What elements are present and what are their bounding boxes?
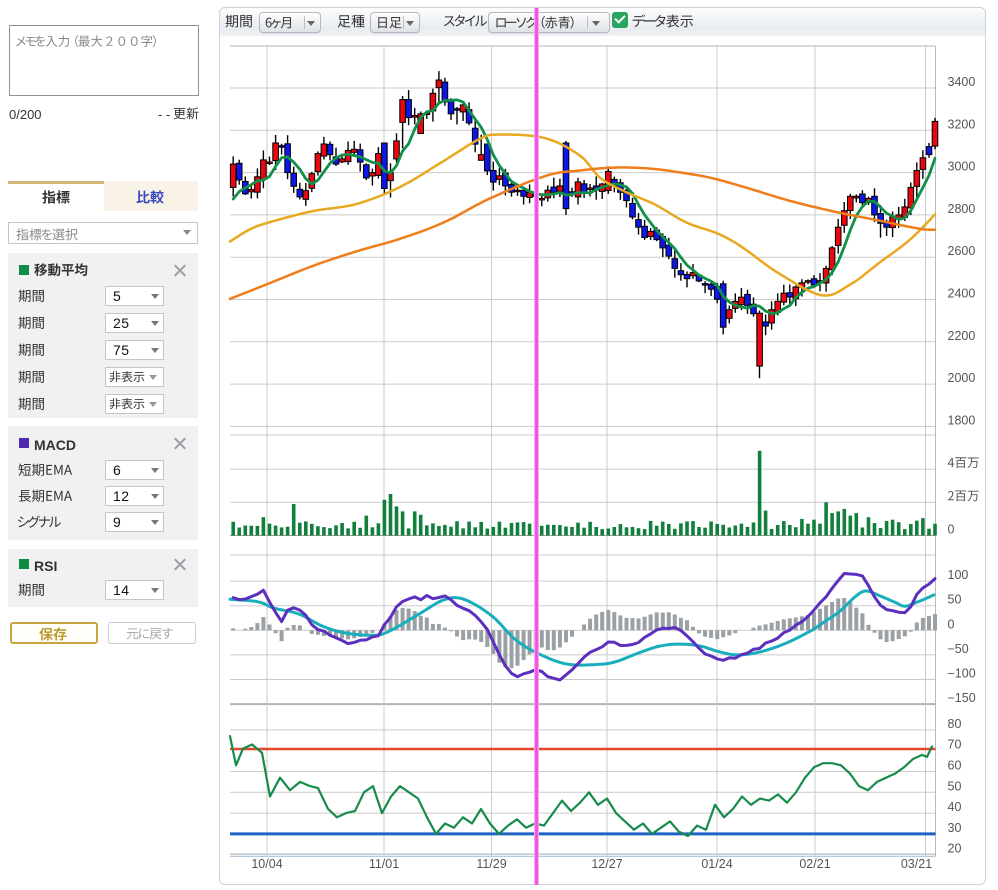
svg-text:0: 0 bbox=[948, 617, 955, 631]
svg-text:02/21: 02/21 bbox=[799, 857, 830, 871]
svg-text:−100: −100 bbox=[948, 667, 976, 681]
svg-text:40: 40 bbox=[948, 800, 962, 814]
svg-text:1800: 1800 bbox=[948, 413, 976, 427]
svg-text:11/29: 11/29 bbox=[476, 857, 506, 871]
svg-text:2400: 2400 bbox=[948, 287, 976, 301]
svg-text:01/24: 01/24 bbox=[701, 857, 732, 871]
svg-text:0: 0 bbox=[948, 523, 955, 537]
svg-text:11/01: 11/01 bbox=[369, 857, 399, 871]
svg-text:50: 50 bbox=[948, 593, 962, 607]
svg-text:3200: 3200 bbox=[948, 117, 976, 131]
svg-text:12/27: 12/27 bbox=[591, 857, 622, 871]
svg-text:2600: 2600 bbox=[948, 244, 976, 258]
svg-text:−150: −150 bbox=[948, 691, 976, 705]
svg-text:−50: −50 bbox=[948, 642, 969, 656]
svg-text:2200: 2200 bbox=[948, 329, 976, 343]
svg-text:3000: 3000 bbox=[948, 160, 976, 174]
svg-text:3400: 3400 bbox=[948, 75, 976, 89]
svg-text:60: 60 bbox=[948, 759, 962, 773]
svg-text:10/04: 10/04 bbox=[251, 857, 282, 871]
svg-text:30: 30 bbox=[948, 821, 962, 835]
svg-text:2000: 2000 bbox=[948, 371, 976, 385]
svg-text:20: 20 bbox=[948, 842, 962, 856]
svg-text:2800: 2800 bbox=[948, 202, 976, 216]
svg-text:100: 100 bbox=[948, 568, 969, 582]
svg-text:80: 80 bbox=[948, 717, 962, 731]
svg-text:70: 70 bbox=[948, 738, 962, 752]
svg-text:03/21: 03/21 bbox=[901, 857, 932, 871]
svg-text:50: 50 bbox=[948, 779, 962, 793]
